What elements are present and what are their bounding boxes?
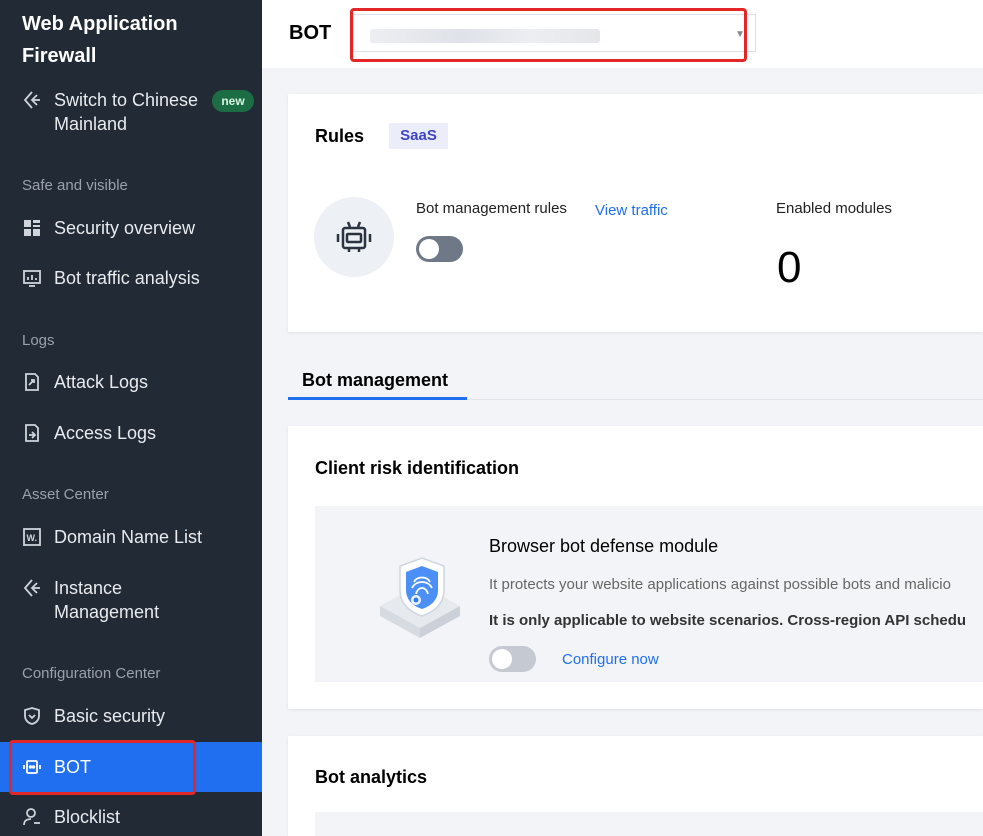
sidebar-item-security-overview[interactable]: Security overview: [0, 216, 262, 240]
sidebar-item-bot[interactable]: BOT: [0, 742, 262, 792]
nav-group-config: Configuration Center: [22, 665, 161, 682]
svg-text:W.: W.: [27, 533, 38, 543]
bot-avatar: [314, 197, 394, 277]
sidebar-item-label: Domain Name List: [54, 527, 203, 547]
access-log-icon: [22, 423, 42, 443]
region-switch-icon: [22, 90, 42, 110]
monitor-chart-icon: [22, 268, 42, 288]
toggle-knob: [492, 649, 512, 669]
instance-icon: [22, 578, 42, 598]
sidebar-item-label: Switch to Chinese Mainland: [54, 90, 199, 134]
user-block-icon: [22, 807, 42, 827]
configure-now-link[interactable]: Configure now: [562, 651, 659, 668]
sidebar-item-label: Instance Management: [54, 578, 160, 622]
instance-select-value: [370, 29, 600, 43]
bot-rules-toggle[interactable]: [416, 236, 463, 262]
robot-icon: [336, 221, 372, 252]
sidebar-item-blocklist[interactable]: Blocklist: [0, 805, 262, 829]
saas-badge: SaaS: [389, 123, 448, 149]
client-risk-card: Client risk identification Browser bot d…: [288, 426, 983, 709]
view-traffic-link[interactable]: View traffic: [595, 202, 668, 219]
client-risk-title: Client risk identification: [315, 458, 520, 478]
bot-icon: [22, 757, 42, 777]
enabled-modules-label: Enabled modules: [776, 200, 892, 217]
sidebar-item-instance-management[interactable]: Instance Management: [0, 576, 262, 624]
app-title: Web Application Firewall: [22, 13, 178, 67]
shield-icon: [22, 706, 42, 726]
caret-down-icon: ▼: [735, 29, 745, 40]
sidebar-item-label: BOT: [54, 757, 92, 777]
instance-select[interactable]: ▼: [353, 14, 756, 52]
sidebar-item-label: Bot traffic analysis: [54, 268, 200, 288]
new-badge: new: [212, 90, 254, 112]
sidebar-item-attack-logs[interactable]: Attack Logs: [0, 370, 262, 394]
bot-analytics-title: Bot analytics: [315, 767, 428, 787]
toggle-knob: [419, 239, 439, 259]
domain-list-icon: W.: [22, 527, 42, 547]
grid-icon: [22, 218, 42, 238]
sidebar-item-bot-traffic[interactable]: Bot traffic analysis: [0, 266, 262, 290]
sidebar: Web Application Firewall Switch to Chine…: [0, 0, 262, 836]
page-title: BOT: [289, 22, 332, 44]
tab-active-indicator: [288, 397, 467, 400]
sidebar-item-label: Security overview: [54, 218, 196, 238]
sidebar-item-domain-list[interactable]: W. Domain Name List: [0, 525, 262, 549]
browser-bot-module-panel: Browser bot defense module It protects y…: [315, 506, 983, 682]
sidebar-item-access-logs[interactable]: Access Logs: [0, 421, 262, 445]
rules-title: Rules: [315, 126, 365, 146]
nav-group-logs: Logs: [22, 332, 55, 349]
page-header: BOT ▼: [262, 0, 983, 68]
sidebar-item-basic-security[interactable]: Basic security: [0, 704, 262, 728]
sidebar-item-label: Blocklist: [54, 807, 121, 827]
bot-analytics-card: Bot analytics: [288, 736, 983, 836]
nav-group-asset: Asset Center: [22, 486, 109, 503]
attack-log-icon: [22, 372, 42, 392]
module-description: It protects your website applications ag…: [489, 576, 951, 593]
module-note: It is only applicable to website scenari…: [489, 612, 967, 629]
module-title: Browser bot defense module: [489, 536, 719, 556]
nav-group-safe: Safe and visible: [22, 177, 128, 194]
bot-analytics-panel: [315, 812, 983, 836]
enabled-modules-count: 0: [777, 243, 802, 292]
bot-rules-label: Bot management rules: [416, 200, 567, 217]
shield-fingerprint-illustration: [380, 557, 460, 638]
browser-bot-module-toggle[interactable]: [489, 646, 536, 672]
sidebar-item-label: Basic security: [54, 706, 166, 726]
tab-bot-management[interactable]: Bot management: [302, 370, 448, 391]
sidebar-item-label: Access Logs: [54, 423, 157, 443]
rules-card: Rules SaaS Bot management rules View tra…: [288, 94, 983, 332]
sidebar-item-label: Attack Logs: [54, 372, 149, 392]
